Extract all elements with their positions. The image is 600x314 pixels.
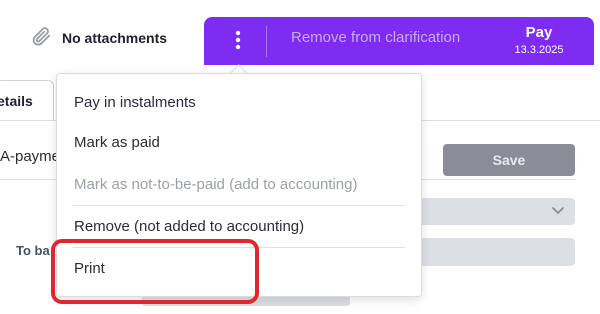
remove-from-clarification-button[interactable]: Remove from clarification <box>291 29 460 46</box>
pay-date: 13.3.2025 <box>514 44 564 56</box>
to-bank-label: To ba <box>16 243 50 258</box>
pay-button[interactable]: Pay 13.3.2025 <box>500 24 578 56</box>
paperclip-icon <box>30 25 52 52</box>
chevron-down-icon <box>551 203 565 222</box>
menu-item-remove[interactable]: Remove (not added to accounting) <box>74 218 304 235</box>
tab-details[interactable]: etails <box>0 80 54 121</box>
select-field[interactable] <box>400 198 575 225</box>
menu-item-pay-in-instalments[interactable]: Pay in instalments <box>74 94 196 111</box>
pay-button-label: Pay <box>525 24 553 41</box>
menu-item-mark-not-to-be-paid: Mark as not-to-be-paid (add to accountin… <box>74 176 358 193</box>
attachments-label: No attachments <box>62 30 168 46</box>
highlight-box <box>51 239 259 304</box>
menu-item-mark-as-paid[interactable]: Mark as paid <box>74 134 160 151</box>
menu-separator <box>73 205 405 206</box>
save-button[interactable]: Save <box>443 144 575 176</box>
more-vertical-icon[interactable] <box>226 28 250 52</box>
to-bank-input[interactable] <box>400 238 575 266</box>
payment-field-label: A-payme <box>0 148 61 165</box>
action-bar-divider <box>266 26 267 57</box>
tab-details-label: etails <box>0 93 33 109</box>
attachments-indicator[interactable]: No attachments <box>30 24 167 52</box>
